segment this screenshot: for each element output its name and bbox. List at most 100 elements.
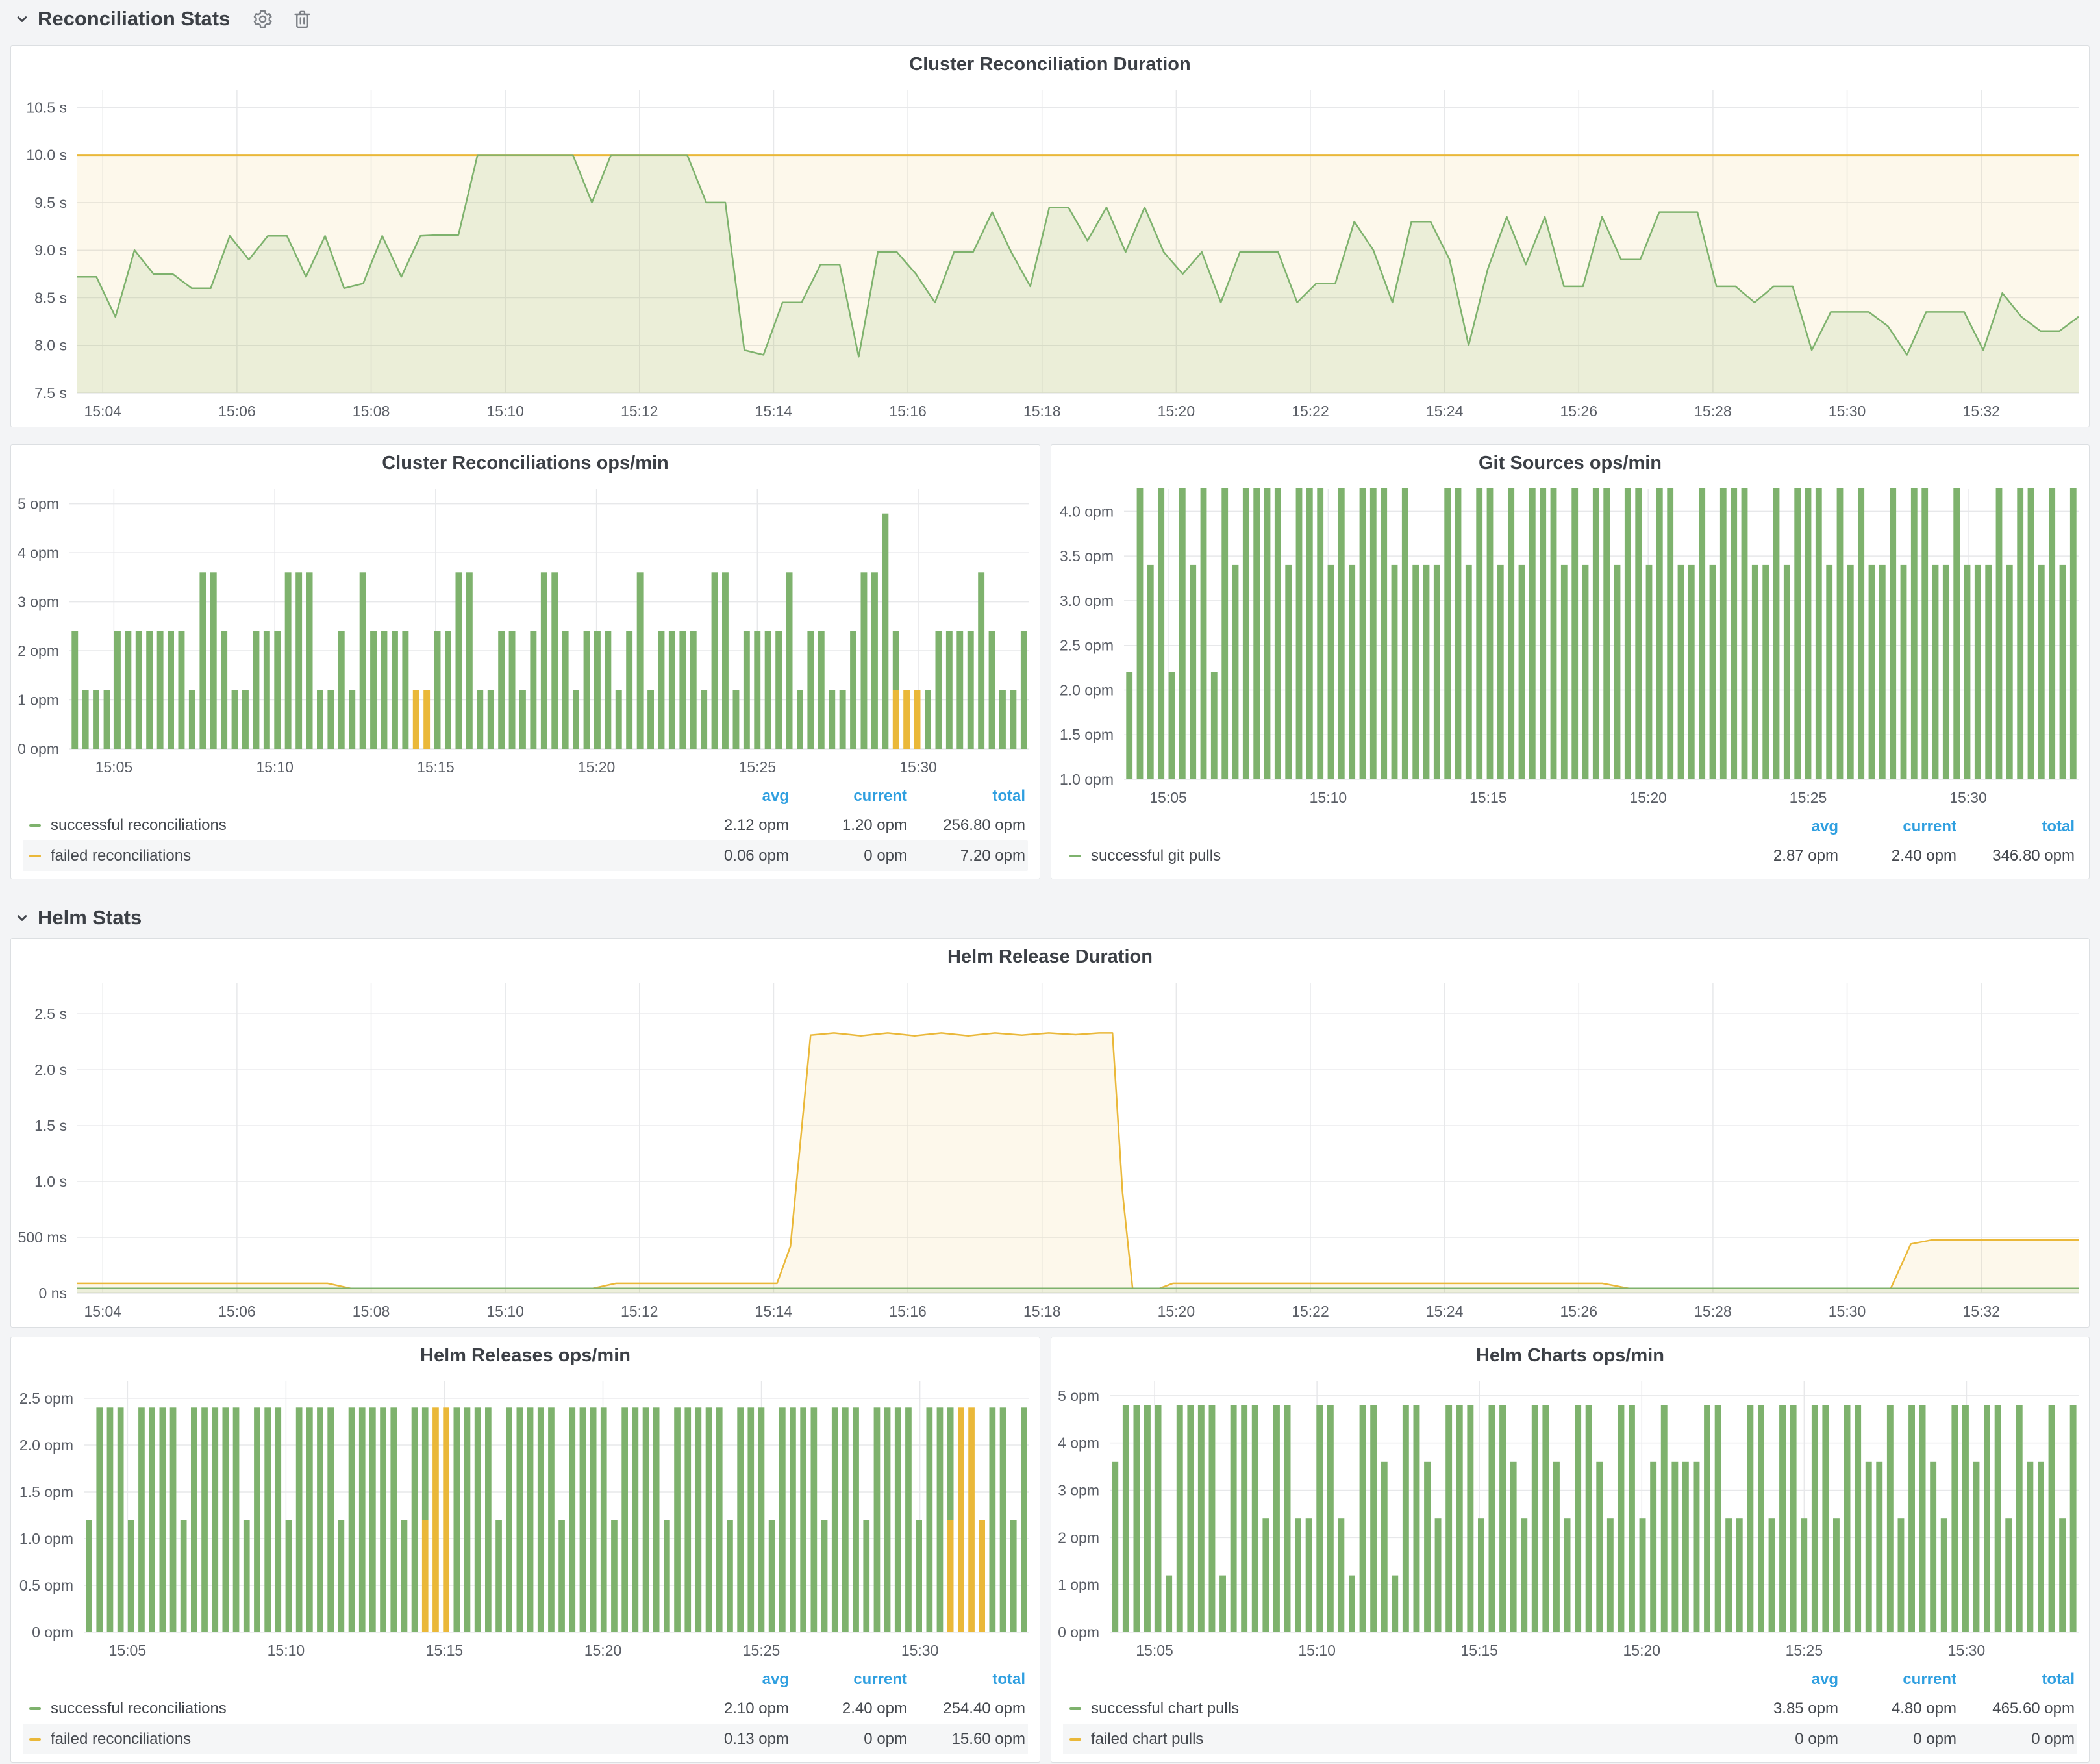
- series-name: successful git pulls: [1091, 847, 1221, 865]
- svg-text:1.5 opm: 1.5 opm: [19, 1483, 73, 1500]
- legend-header-current[interactable]: current: [1841, 1670, 1959, 1689]
- trash-icon[interactable]: [292, 8, 313, 30]
- series-current: 0 opm: [792, 1730, 910, 1748]
- legend-header-total[interactable]: total: [1959, 818, 2077, 836]
- svg-text:500 ms: 500 ms: [18, 1229, 67, 1246]
- legend-header-total[interactable]: total: [1959, 1670, 2077, 1689]
- svg-text:15:04: 15:04: [84, 403, 121, 420]
- chart-helm-charts-opm[interactable]: 0 opm1 opm2 opm3 opm4 opm5 opm15:0515:10…: [1051, 1374, 2089, 1666]
- panel-title[interactable]: Cluster Reconciliation Duration: [11, 46, 2089, 82]
- panel-title[interactable]: Helm Releases ops/min: [11, 1337, 1040, 1374]
- svg-text:15:05: 15:05: [109, 1642, 147, 1659]
- panel-title[interactable]: Cluster Reconciliations ops/min: [11, 445, 1040, 481]
- svg-text:9.0 s: 9.0 s: [34, 242, 67, 258]
- legend-header-avg[interactable]: avg: [1723, 818, 1841, 836]
- svg-text:15:28: 15:28: [1694, 403, 1732, 420]
- svg-text:15:30: 15:30: [1949, 789, 1987, 806]
- legend-header-current[interactable]: current: [792, 787, 910, 805]
- svg-text:4 opm: 4 opm: [18, 544, 59, 561]
- series-toggle[interactable]: failed reconciliations: [23, 847, 673, 865]
- series-name: failed reconciliations: [51, 1730, 191, 1748]
- series-current: 1.20 opm: [792, 816, 910, 835]
- svg-text:15:16: 15:16: [889, 403, 927, 420]
- panel-helm-releases-opm: Helm Releases ops/min 0 opm0.5 opm1.0 op…: [10, 1337, 1040, 1763]
- svg-text:0 ns: 0 ns: [39, 1285, 67, 1302]
- series-current: 2.40 opm: [1841, 847, 1959, 865]
- series-current: 0 opm: [1841, 1730, 1959, 1748]
- svg-text:15:15: 15:15: [1460, 1642, 1498, 1659]
- svg-text:15:10: 15:10: [1298, 1642, 1336, 1659]
- panel-title[interactable]: Git Sources ops/min: [1051, 445, 2089, 481]
- section-title[interactable]: Reconciliation Stats: [38, 7, 230, 31]
- svg-text:15:14: 15:14: [755, 403, 793, 420]
- series-current: 4.80 opm: [1841, 1700, 1959, 1718]
- series-toggle[interactable]: successful reconciliations: [23, 816, 673, 835]
- svg-text:15:06: 15:06: [218, 403, 256, 420]
- svg-text:15:30: 15:30: [1829, 403, 1866, 420]
- series-toggle[interactable]: failed reconciliations: [23, 1730, 673, 1748]
- panel-title[interactable]: Helm Release Duration: [11, 939, 2089, 975]
- section-title[interactable]: Helm Stats: [38, 906, 142, 929]
- panel-title[interactable]: Helm Charts ops/min: [1051, 1337, 2089, 1374]
- svg-text:15:22: 15:22: [1292, 403, 1329, 420]
- series-color-dash: [1069, 1707, 1081, 1710]
- legend-header-avg[interactable]: avg: [673, 787, 792, 805]
- series-total: 254.40 opm: [910, 1700, 1028, 1718]
- series-avg: 0.13 opm: [673, 1730, 792, 1748]
- svg-text:1.5 s: 1.5 s: [34, 1117, 67, 1134]
- legend-header-total[interactable]: total: [910, 1670, 1028, 1689]
- chart-helm-releases-opm[interactable]: 0 opm0.5 opm1.0 opm1.5 opm2.0 opm2.5 opm…: [11, 1374, 1040, 1666]
- svg-text:15:26: 15:26: [1560, 1303, 1597, 1320]
- series-name: successful chart pulls: [1091, 1700, 1239, 1718]
- svg-text:10.0 s: 10.0 s: [26, 147, 67, 164]
- svg-text:15:15: 15:15: [1469, 789, 1507, 806]
- series-toggle[interactable]: successful reconciliations: [23, 1700, 673, 1718]
- series-total: 256.80 opm: [910, 816, 1028, 835]
- legend-header-total[interactable]: total: [910, 787, 1028, 805]
- chevron-down-icon[interactable]: [13, 909, 31, 927]
- svg-text:15:10: 15:10: [1310, 789, 1347, 806]
- gear-icon[interactable]: [252, 8, 273, 30]
- series-current: 0 opm: [792, 847, 910, 865]
- legend-row: successful reconciliations 2.10 opm 2.40…: [23, 1693, 1028, 1724]
- svg-text:15:25: 15:25: [1790, 789, 1827, 806]
- svg-text:15:18: 15:18: [1023, 403, 1061, 420]
- svg-text:8.5 s: 8.5 s: [34, 289, 67, 306]
- chevron-down-icon[interactable]: [13, 10, 31, 28]
- svg-text:2.0 s: 2.0 s: [34, 1061, 67, 1078]
- svg-text:15:30: 15:30: [1829, 1303, 1866, 1320]
- legend-header-current[interactable]: current: [792, 1670, 910, 1689]
- chart-cluster-reconciliations-opm[interactable]: 0 opm1 opm2 opm3 opm4 opm5 opm15:0515:10…: [11, 481, 1040, 783]
- svg-text:15:20: 15:20: [1158, 1303, 1195, 1320]
- legend: avg current total successful chart pulls…: [1051, 1666, 2089, 1762]
- svg-text:15:04: 15:04: [84, 1303, 121, 1320]
- legend: avg current total successful git pulls 2…: [1051, 813, 2089, 879]
- svg-text:10.5 s: 10.5 s: [26, 99, 67, 116]
- series-color-dash: [29, 855, 41, 857]
- svg-text:15:32: 15:32: [1962, 403, 2000, 420]
- legend-header-avg[interactable]: avg: [1723, 1670, 1841, 1689]
- chart-git-sources-opm[interactable]: 1.0 opm1.5 opm2.0 opm2.5 opm3.0 opm3.5 o…: [1051, 481, 2089, 813]
- legend-header-avg[interactable]: avg: [673, 1670, 792, 1689]
- series-current: 2.40 opm: [792, 1700, 910, 1718]
- series-toggle[interactable]: successful git pulls: [1063, 847, 1723, 865]
- svg-text:2.5 s: 2.5 s: [34, 1005, 67, 1022]
- chart-helm-release-duration[interactable]: 0 ns500 ms1.0 s1.5 s2.0 s2.5 s15:0415:06…: [11, 975, 2089, 1327]
- svg-text:1 opm: 1 opm: [1058, 1576, 1099, 1593]
- legend: avg current total successful reconciliat…: [11, 1666, 1040, 1762]
- svg-text:15:05: 15:05: [1149, 789, 1187, 806]
- svg-text:15:30: 15:30: [1948, 1642, 1986, 1659]
- series-total: 7.20 opm: [910, 847, 1028, 865]
- series-total: 346.80 opm: [1959, 847, 2077, 865]
- legend-header-current[interactable]: current: [1841, 818, 1959, 836]
- series-total: 465.60 opm: [1959, 1700, 2077, 1718]
- svg-text:3 opm: 3 opm: [1058, 1482, 1099, 1499]
- chart-cluster-reconciliation-duration[interactable]: 7.5 s8.0 s8.5 s9.0 s9.5 s10.0 s10.5 s15:…: [11, 82, 2089, 427]
- svg-text:15:32: 15:32: [1962, 1303, 2000, 1320]
- series-toggle[interactable]: failed chart pulls: [1063, 1730, 1723, 1748]
- legend-header: avg current total: [1063, 1666, 2077, 1693]
- series-toggle[interactable]: successful chart pulls: [1063, 1700, 1723, 1718]
- svg-text:7.5 s: 7.5 s: [34, 384, 67, 401]
- svg-text:15:16: 15:16: [889, 1303, 927, 1320]
- series-total: 15.60 opm: [910, 1730, 1028, 1748]
